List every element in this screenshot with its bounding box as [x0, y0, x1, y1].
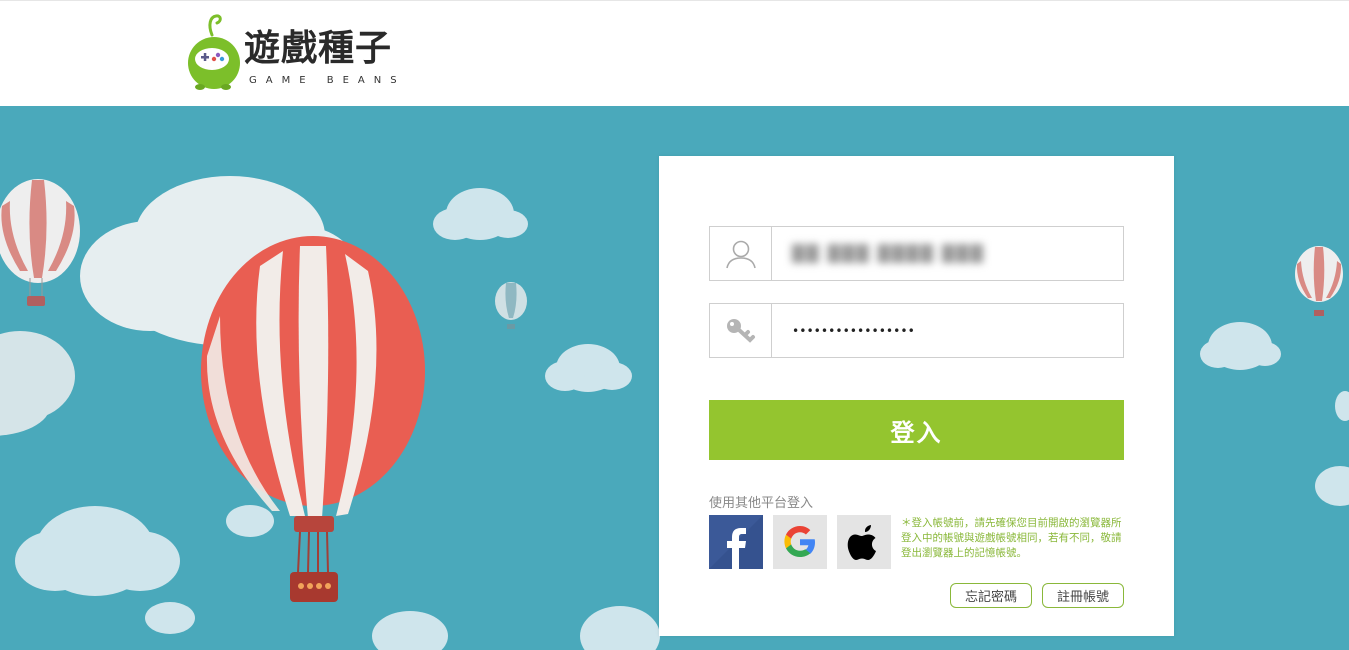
bean-mascot-icon — [188, 14, 240, 90]
apple-icon — [847, 525, 876, 560]
login-panel: ██ ███ ████ ███ ••••••••••••••••• 登入 使用其… — [659, 156, 1174, 636]
password-icon-box — [710, 304, 772, 357]
login-button[interactable]: 登入 — [709, 400, 1124, 460]
user-icon — [725, 240, 756, 268]
key-icon — [726, 318, 755, 343]
apple-login-button[interactable] — [837, 515, 891, 569]
google-icon — [784, 526, 815, 557]
forgot-password-button[interactable]: 忘記密碼 — [950, 583, 1032, 608]
logo-title: 遊戲種子 — [244, 28, 393, 69]
site-header: 遊戲種子 GAME BEANS — [0, 0, 1349, 106]
password-input[interactable]: ••••••••••••••••• — [792, 304, 1113, 357]
username-icon-box — [710, 227, 772, 280]
google-login-button[interactable] — [773, 515, 827, 569]
facebook-icon — [709, 515, 763, 569]
username-input[interactable]: ██ ███ ████ ███ — [792, 227, 1113, 280]
logo[interactable]: 遊戲種子 GAME BEANS — [186, 13, 416, 93]
logo-subtitle: GAME BEANS — [249, 75, 406, 86]
password-field[interactable]: ••••••••••••••••• — [709, 303, 1124, 358]
username-value: ██ ███ ████ ███ — [792, 244, 985, 263]
other-platforms-label: 使用其他平台登入 — [709, 496, 814, 511]
facebook-login-button[interactable] — [709, 515, 763, 569]
login-notice: ＊登入帳號前，請先確保您目前開啟的瀏覽器所登入中的帳號與遊戲帳號相同，若有不同，… — [901, 517, 1122, 559]
username-field[interactable]: ██ ███ ████ ███ — [709, 226, 1124, 281]
register-button[interactable]: 註冊帳號 — [1042, 583, 1124, 608]
